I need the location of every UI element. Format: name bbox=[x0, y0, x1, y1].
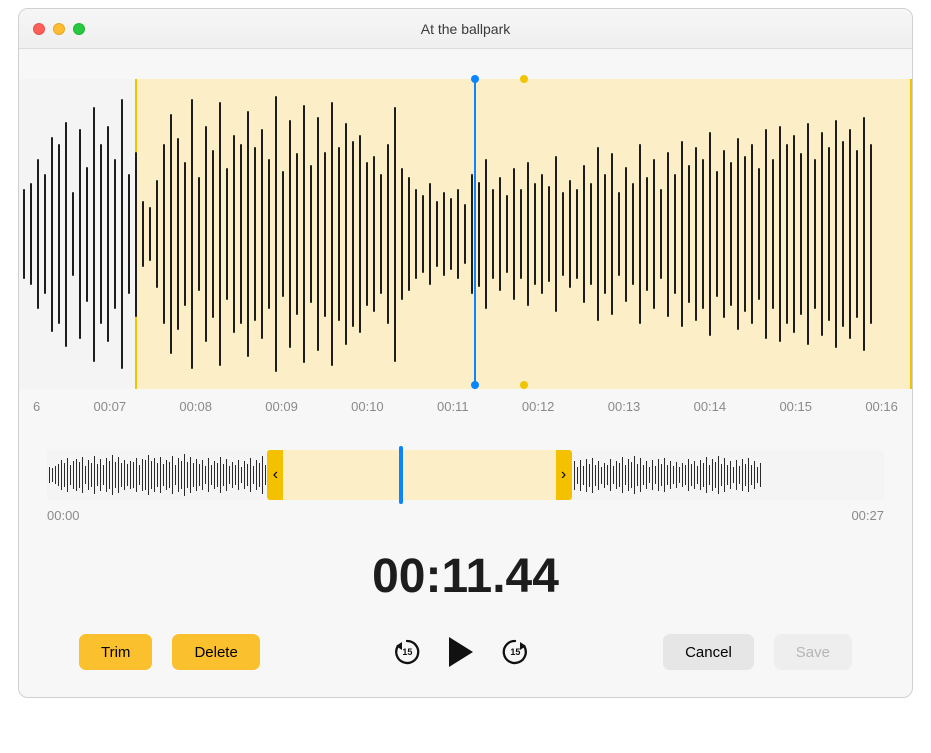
zoom-icon[interactable] bbox=[73, 23, 85, 35]
overview-playhead[interactable] bbox=[399, 446, 403, 504]
axis-tick: 00:16 bbox=[865, 399, 898, 414]
axis-tick: 00:14 bbox=[694, 399, 727, 414]
cancel-button[interactable]: Cancel bbox=[663, 634, 754, 670]
trim-button[interactable]: Trim bbox=[79, 634, 152, 670]
axis-tick: 00:08 bbox=[179, 399, 212, 414]
overview-time-labels: 00:00 00:27 bbox=[47, 508, 884, 523]
bottom-toolbar: Trim Delete 15 15 bbox=[19, 634, 912, 670]
titlebar: At the ballpark bbox=[19, 9, 912, 49]
trim-handle-right[interactable]: › bbox=[556, 450, 572, 500]
play-button[interactable] bbox=[444, 635, 478, 669]
axis-tick: 00:13 bbox=[608, 399, 641, 414]
skip-back-button[interactable]: 15 bbox=[390, 635, 424, 669]
axis-tick: 00:07 bbox=[94, 399, 127, 414]
minimize-icon[interactable] bbox=[53, 23, 65, 35]
waveform-bars bbox=[19, 79, 912, 389]
main-waveform[interactable] bbox=[19, 79, 912, 389]
window-controls bbox=[19, 23, 85, 35]
playhead[interactable] bbox=[474, 79, 476, 389]
window-title: At the ballpark bbox=[19, 21, 912, 37]
delete-button[interactable]: Delete bbox=[172, 634, 259, 670]
save-button: Save bbox=[774, 634, 852, 670]
axis-tick: 6 bbox=[33, 399, 40, 414]
skip-back-15-icon: 15 bbox=[393, 638, 421, 666]
trim-handle-left[interactable]: ‹ bbox=[267, 450, 283, 500]
skip-forward-15-icon: 15 bbox=[501, 638, 529, 666]
current-time: 00:11.44 bbox=[19, 549, 912, 604]
selection-handle-icon[interactable] bbox=[912, 75, 913, 83]
axis-tick: 00:11 bbox=[437, 399, 469, 414]
app-window: At the ballpark 6 00:07 00:08 00:09 00:10 00… bbox=[18, 8, 913, 698]
close-icon[interactable] bbox=[33, 23, 45, 35]
axis-tick: 00:12 bbox=[522, 399, 555, 414]
time-axis: 6 00:07 00:08 00:09 00:10 00:11 00:12 00:13 00:… bbox=[19, 389, 912, 414]
overview-selection[interactable]: ‹ › bbox=[281, 450, 557, 500]
skip-forward-button[interactable]: 15 bbox=[498, 635, 532, 669]
overview-start-time: 00:00 bbox=[47, 508, 80, 523]
overview-waveform[interactable]: ‹ › bbox=[47, 450, 884, 500]
editor-content: 6 00:07 00:08 00:09 00:10 00:11 00:12 00:13 00:… bbox=[19, 49, 912, 697]
overview-end-time: 00:27 bbox=[851, 508, 884, 523]
axis-tick: 00:09 bbox=[265, 399, 298, 414]
playhead-handle-icon[interactable] bbox=[471, 381, 479, 389]
selection-handle-icon[interactable] bbox=[912, 389, 913, 397]
axis-tick: 00:10 bbox=[351, 399, 384, 414]
play-icon bbox=[449, 637, 473, 667]
playhead-handle-icon[interactable] bbox=[471, 75, 479, 83]
axis-tick: 00:15 bbox=[779, 399, 812, 414]
